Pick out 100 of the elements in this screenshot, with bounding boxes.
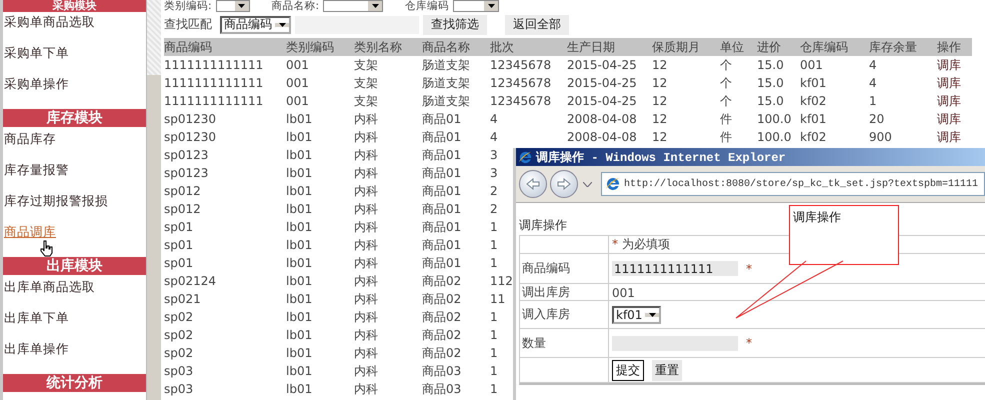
table-cell: 肠道支架 xyxy=(422,94,470,108)
required-note: 为必填项 xyxy=(622,237,670,251)
callout-box: 调库操作 xyxy=(789,205,899,265)
search-button[interactable]: 返回全部 xyxy=(505,14,569,34)
table-cell: 商品01 xyxy=(422,220,462,234)
table-cell: 商品02 xyxy=(422,310,462,324)
table-cell: 2 xyxy=(490,184,498,198)
window-title: 调库操作 - Windows Internet Explorer xyxy=(536,150,786,166)
back-button[interactable] xyxy=(519,170,547,198)
table-cell: 商品01 xyxy=(422,166,462,180)
table-cell: lb01 xyxy=(286,130,312,144)
match-select[interactable]: 商品编码 xyxy=(220,16,291,34)
nav-link[interactable]: 商品调库 xyxy=(4,224,56,239)
table-cell: 商品01 xyxy=(422,148,462,162)
history-dropdown[interactable] xyxy=(581,182,594,186)
browser-logo-icon xyxy=(605,176,621,192)
nav-link[interactable]: 采购单下单 xyxy=(4,45,69,60)
filter-label: 仓库编码 xyxy=(405,0,450,13)
address-field[interactable]: http://localhost:8080/store/sp_kc_tk_set.jsp?textspbm=11111 xyxy=(601,172,985,196)
table-cell: 个 xyxy=(720,94,732,108)
table-cell: 4 xyxy=(869,76,877,90)
table-cell: 内科 xyxy=(354,310,378,324)
nav-link[interactable]: 库存量报警 xyxy=(4,162,69,177)
table-cell: lb01 xyxy=(286,112,312,126)
field-value: 001 xyxy=(612,286,635,300)
arrow-left-icon xyxy=(526,178,540,190)
table-cell: lb01 xyxy=(286,202,312,216)
column-header: 操作 xyxy=(937,39,962,56)
table-cell: 内科 xyxy=(354,364,378,378)
transfer-link[interactable]: 调库 xyxy=(937,112,961,126)
table-cell: 112 xyxy=(490,274,513,288)
column-header: 单位 xyxy=(720,39,745,56)
nav-link[interactable]: 出库单操作 xyxy=(4,341,69,356)
table-cell: lb01 xyxy=(286,184,312,198)
forward-button[interactable] xyxy=(550,170,578,198)
table-cell: 2008-04-08 xyxy=(567,130,637,144)
table-cell: 1 xyxy=(490,238,498,252)
table-cell: lb01 xyxy=(286,382,312,396)
column-header: 生产日期 xyxy=(567,39,616,56)
table-cell: 内科 xyxy=(354,130,378,144)
browser-logo-icon xyxy=(518,150,533,164)
table-cell: 商品02 xyxy=(422,274,462,288)
table-cell: 900 xyxy=(869,130,892,144)
table-cell: 001 xyxy=(286,76,309,90)
filter-label: 类别编码: xyxy=(164,0,212,13)
column-header: 商品名称 xyxy=(422,39,471,56)
table-cell: 1 xyxy=(490,364,498,378)
transfer-link[interactable]: 调库 xyxy=(937,58,961,72)
field-label: 调出库房 xyxy=(522,284,570,301)
column-header: 批次 xyxy=(490,39,515,56)
table-cell: 12 xyxy=(652,112,668,126)
nav-link[interactable]: 出库单商品选取 xyxy=(4,279,95,294)
transfer-link[interactable]: 调库 xyxy=(937,94,961,108)
table-cell: 商品02 xyxy=(422,346,462,360)
table-cell: lb01 xyxy=(286,148,312,162)
table-cell: 100.0 xyxy=(757,130,792,144)
text-field[interactable]: 1111111111111 xyxy=(612,261,738,276)
table-cell: 15.0 xyxy=(757,58,784,72)
table-cell: 11 xyxy=(490,292,506,306)
table-cell: 12345678 xyxy=(490,76,552,90)
form-button[interactable]: 重置 xyxy=(652,360,682,380)
table-cell: lb01 xyxy=(286,238,312,252)
table-cell: lb01 xyxy=(286,346,312,360)
table-cell: 内科 xyxy=(354,346,378,360)
table-cell: 内科 xyxy=(354,382,378,396)
table-cell: 商品02 xyxy=(422,292,462,306)
table-cell: sp0123 xyxy=(164,148,208,162)
table-cell: lb01 xyxy=(286,364,312,378)
transfer-link[interactable]: 调库 xyxy=(937,76,961,90)
table-cell: 2008-04-08 xyxy=(567,112,637,126)
form-heading: 调库操作 xyxy=(519,218,567,232)
table-cell: 支架 xyxy=(354,58,378,72)
table-cell: 4 xyxy=(869,58,877,72)
filter-select[interactable] xyxy=(216,0,250,12)
table-cell: 1 xyxy=(490,346,498,360)
table-cell: 1 xyxy=(869,94,877,108)
filter-select[interactable] xyxy=(453,0,500,12)
table-cell: 1 xyxy=(490,310,498,324)
table-cell: 4 xyxy=(490,130,498,144)
nav-link[interactable]: 商品库存 xyxy=(4,131,56,146)
form-button[interactable]: 提交 xyxy=(612,360,644,380)
table-cell: 001 xyxy=(286,58,309,72)
nav-link[interactable]: 采购单商品选取 xyxy=(4,14,95,29)
section-header: 统计分析 xyxy=(3,374,146,392)
transfer-link[interactable]: 调库 xyxy=(937,130,961,144)
nav-link[interactable]: 库存过期报警报损 xyxy=(4,193,108,208)
table-cell: 商品01 xyxy=(422,112,462,126)
search-button[interactable]: 查找筛选 xyxy=(423,14,487,34)
scrollbar[interactable] xyxy=(146,0,161,400)
section-header: 出库模块 xyxy=(3,257,146,275)
table-cell: 内科 xyxy=(354,256,378,270)
table-cell: 内科 xyxy=(354,274,378,288)
table-cell: sp01230 xyxy=(164,130,216,144)
nav-link[interactable]: 采购单操作 xyxy=(4,76,69,91)
warehouse-select[interactable]: kf01 xyxy=(612,306,662,324)
table-cell: 内科 xyxy=(354,238,378,252)
table-cell: 4 xyxy=(490,112,498,126)
column-header: 保质期月 xyxy=(652,39,701,56)
table-cell: 1 xyxy=(490,328,498,342)
nav-link[interactable]: 出库单下单 xyxy=(4,310,69,325)
